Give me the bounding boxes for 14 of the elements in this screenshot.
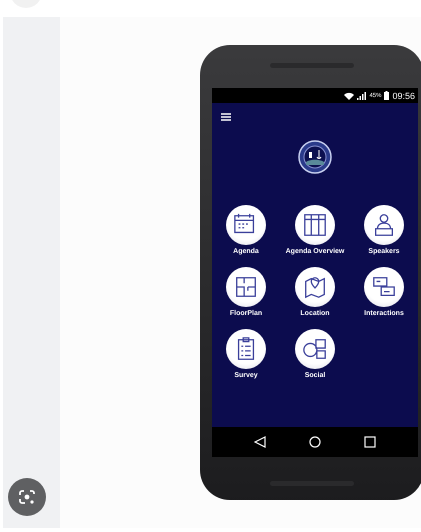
battery-icon (384, 91, 390, 100)
clock-time: 09:56 (392, 90, 415, 100)
wifi-icon (344, 92, 354, 100)
back-icon[interactable] (254, 436, 266, 448)
seal-logo-icon (298, 140, 332, 174)
camera-search-button[interactable] (8, 478, 46, 516)
floor-plan-icon (233, 274, 259, 300)
table-icon (302, 212, 328, 238)
home-icon[interactable] (308, 436, 321, 448)
menu-icon[interactable] (221, 113, 231, 121)
signal-icon (357, 92, 366, 100)
map-pin-icon (302, 274, 328, 300)
recents-icon[interactable] (364, 436, 376, 448)
camera-search-icon (18, 488, 36, 506)
